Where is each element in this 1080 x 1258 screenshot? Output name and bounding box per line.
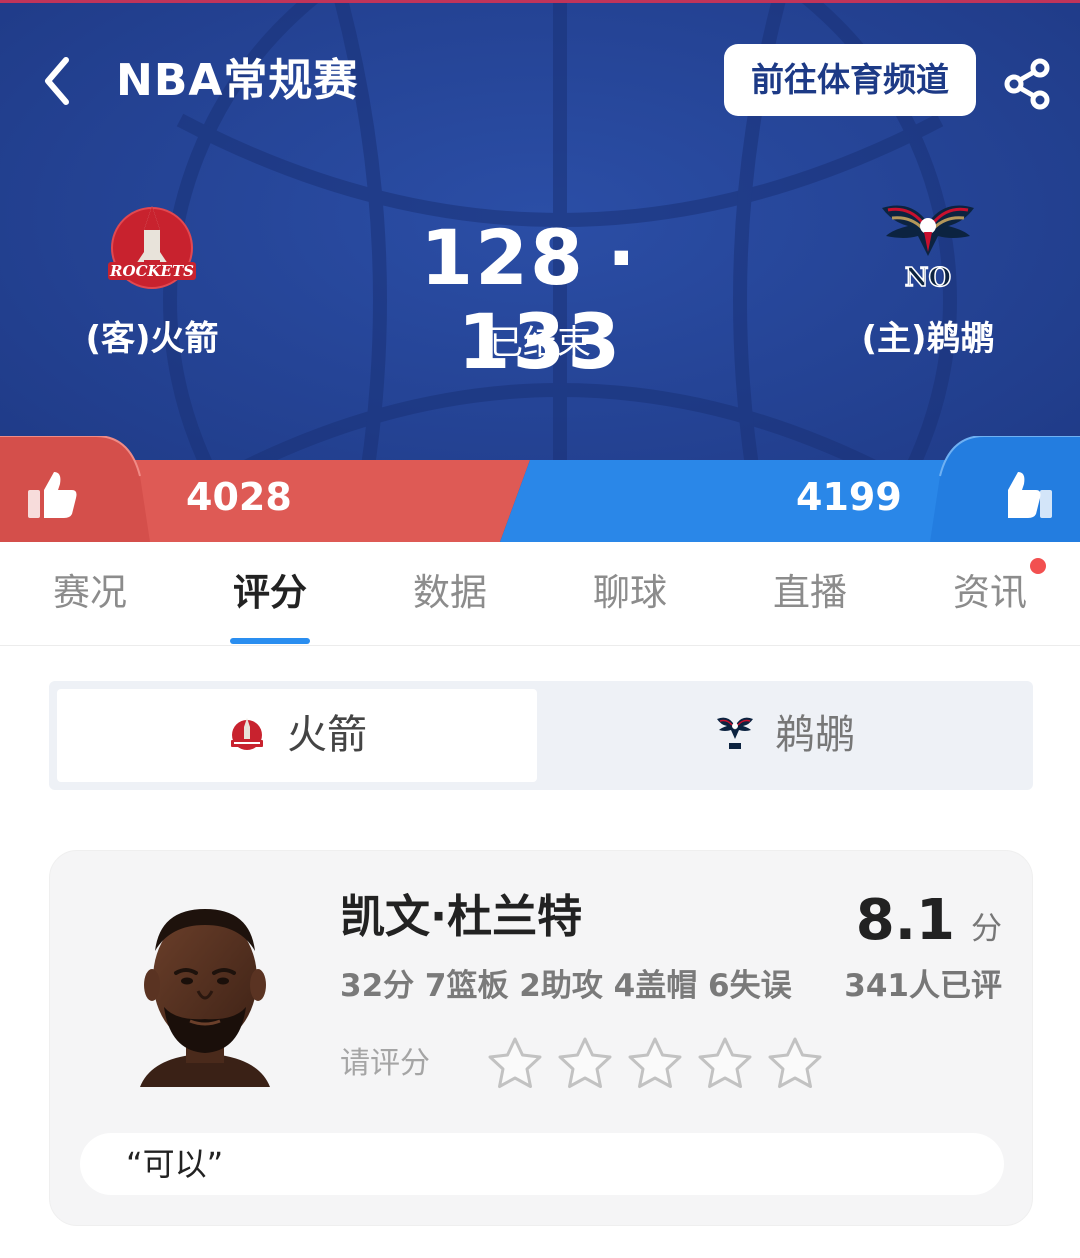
thumbs-up-icon	[28, 472, 77, 518]
sports-channel-button[interactable]: 前往体育频道	[724, 44, 976, 116]
rating-count: 341人已评	[844, 968, 1002, 1004]
match-status: 已结束	[489, 323, 591, 363]
chevron-left-icon	[45, 57, 69, 105]
star-rating-input	[486, 1035, 826, 1095]
team-switch-pelicans[interactable]: 鹈鹕	[545, 689, 1025, 782]
tab-news[interactable]: 资讯	[900, 542, 1080, 646]
rockets-logo	[231, 718, 263, 750]
star-icon[interactable]	[696, 1035, 754, 1093]
vote-bar-shape	[0, 436, 1080, 542]
page-title: NBA常规赛	[116, 55, 359, 106]
star-icon[interactable]	[486, 1035, 544, 1093]
tab-label: 聊球	[593, 571, 667, 614]
home-like-button[interactable]	[1000, 466, 1056, 522]
player-stat-line: 32分 7篮板 2助攻 4盖帽 6失误	[340, 968, 792, 1004]
news-badge-dot	[1030, 558, 1046, 574]
away-like-button[interactable]	[24, 466, 80, 522]
rockets-logo: ROCKETS	[108, 206, 196, 289]
away-vote-count: 4028	[186, 475, 292, 519]
rate-prompt: 请评分	[340, 1046, 430, 1081]
away-team[interactable]: ROCKETS (客)火箭	[42, 196, 262, 360]
rockets-logo-text: ROCKETS	[109, 262, 194, 280]
rating-unit: 分	[971, 911, 1002, 947]
share-icon	[1004, 58, 1050, 110]
away-team-name: (客)火箭	[85, 319, 219, 359]
pelicans-logo-text: NO	[905, 263, 951, 292]
tab-live[interactable]: 直播	[720, 542, 900, 646]
away-score: 128	[420, 213, 585, 302]
team-switch-rockets[interactable]: 火箭	[57, 689, 537, 782]
share-button[interactable]	[1000, 56, 1056, 112]
player-avatar	[130, 909, 280, 1087]
match-tabs: 赛况 评分 数据 聊球 直播 资讯	[0, 542, 1080, 646]
back-button[interactable]	[36, 52, 82, 110]
pelicans-logo: NO	[882, 205, 974, 292]
thumbs-up-icon	[1008, 472, 1052, 518]
rating-value: 8.1	[855, 888, 955, 953]
player-rating-card[interactable]: 凯文·杜兰特 32分 7篮板 2助攻 4盖帽 6失误 8.1 分 341人已评 请…	[49, 850, 1033, 1226]
team-switch-label: 鹈鹕	[775, 712, 855, 758]
home-vote-count: 4199	[796, 475, 902, 519]
tab-label: 直播	[773, 571, 847, 614]
tab-stats[interactable]: 数据	[360, 542, 540, 646]
top-comment[interactable]: “可以”	[80, 1133, 1004, 1195]
player-name: 凯文·杜兰特	[340, 890, 583, 943]
active-tab-indicator	[230, 638, 310, 644]
average-rating: 8.1 分	[856, 891, 1002, 964]
team-switch-label: 火箭	[287, 712, 367, 758]
tab-label: 评分	[233, 571, 307, 614]
top-bar: NBA常规赛 前往体育频道	[0, 0, 1080, 160]
pelicans-logo	[717, 717, 753, 749]
tab-label: 资讯	[953, 571, 1027, 614]
star-icon[interactable]	[556, 1035, 614, 1093]
tab-label: 赛况	[53, 571, 127, 614]
home-team[interactable]: NO (主)鹈鹕	[818, 196, 1038, 360]
tab-label: 数据	[413, 571, 487, 614]
tab-game-status[interactable]: 赛况	[0, 542, 180, 646]
tab-rating[interactable]: 评分	[180, 542, 360, 646]
tab-chat[interactable]: 聊球	[540, 542, 720, 646]
home-team-name: (主)鹈鹕	[861, 319, 995, 359]
score-separator: ·	[606, 213, 638, 302]
support-vote-bar	[0, 436, 1080, 542]
team-switch: 火箭 鹈鹕	[49, 681, 1033, 790]
star-icon[interactable]	[766, 1035, 824, 1093]
star-icon[interactable]	[626, 1035, 684, 1093]
